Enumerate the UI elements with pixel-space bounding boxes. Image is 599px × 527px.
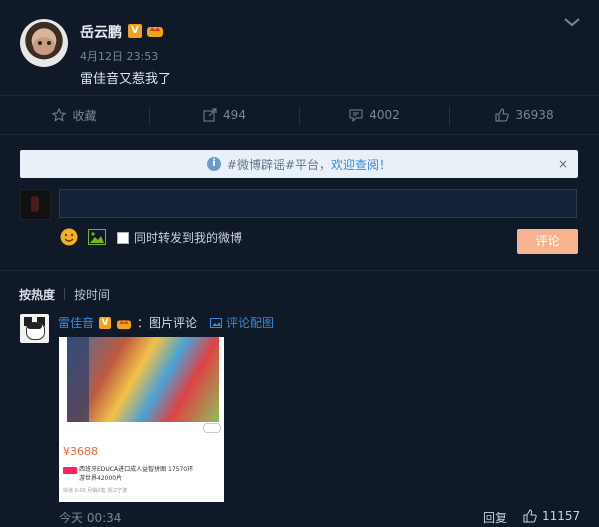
repost-checkbox[interactable]: [117, 231, 129, 244]
my-avatar[interactable]: [20, 189, 51, 220]
author-avatar[interactable]: [20, 19, 68, 67]
repost-button[interactable]: 494: [150, 96, 299, 134]
verified-badge-icon: V: [128, 24, 142, 38]
comment-image-link[interactable]: 评论配图: [210, 314, 274, 331]
like-button[interactable]: 36938: [450, 96, 599, 134]
image-icon[interactable]: [88, 229, 106, 245]
product-price: ¥3688: [63, 445, 98, 458]
vip-crown-icon: [117, 319, 132, 329]
repost-option[interactable]: 同时转发到我的微博: [117, 229, 242, 246]
post-text: 雷佳音又惹我了: [80, 72, 172, 87]
author-name[interactable]: 岳云鹏: [80, 22, 122, 42]
action-bar: 收藏 494 4002 36938: [0, 95, 599, 135]
repost-count: 494: [223, 108, 246, 122]
comment-time: 今天 00:34: [59, 511, 122, 525]
share-icon: [203, 108, 217, 122]
thumbs-up-icon: [495, 108, 510, 122]
comment-button[interactable]: 4002: [300, 96, 449, 134]
notice-text: #微博辟谣#平台，: [226, 157, 332, 172]
comment-icon: [349, 109, 363, 122]
comment-header: 雷佳音 V ：图片评论 评论配图: [58, 314, 274, 331]
comment-count: 4002: [369, 108, 400, 122]
commenter-name[interactable]: 雷佳音: [58, 314, 94, 331]
sort-hot-tab[interactable]: 按热度: [19, 286, 55, 303]
comment-image-link-label: 评论配图: [226, 316, 275, 330]
puzzle-box-image: [67, 337, 219, 422]
comment-text: ：图片评论: [137, 316, 198, 330]
divider: [0, 270, 599, 271]
rumor-notice: i #微博辟谣#平台， 欢迎查阅！ ×: [20, 150, 578, 178]
chevron-down-icon[interactable]: [563, 16, 581, 28]
comment-image[interactable]: ¥3688 西班牙EDUCA进口成人益智拼图 17570环游世界42000片 快…: [59, 337, 224, 502]
submit-comment-button[interactable]: 评论: [517, 229, 578, 254]
favorite-label: 收藏: [72, 108, 97, 123]
star-icon: [52, 108, 67, 122]
comment-like-count: 11157: [542, 509, 581, 523]
repost-option-label: 同时转发到我的微博: [134, 231, 243, 245]
favorite-button[interactable]: 收藏: [0, 96, 149, 134]
product-title: 西班牙EDUCA进口成人益智拼图 17570环游世界42000片: [79, 466, 194, 482]
close-icon[interactable]: ×: [558, 157, 568, 171]
reply-button[interactable]: 回复: [483, 509, 507, 526]
vip-crown-icon: [147, 27, 163, 37]
post-time[interactable]: 4月12日 23:53: [80, 48, 158, 64]
product-meta: 快递 0.00 月销0笔 浙江宁波: [63, 488, 128, 494]
like-count: 36938: [515, 108, 554, 122]
sort-time-tab[interactable]: 按时间: [74, 286, 110, 303]
notice-link[interactable]: 欢迎查阅！: [331, 156, 391, 173]
comment-like-button[interactable]: 11157: [523, 509, 580, 523]
thumbs-up-icon: [523, 509, 537, 523]
verified-badge-icon: V: [99, 316, 112, 329]
emoji-icon[interactable]: [60, 228, 78, 246]
picture-icon: [210, 317, 223, 328]
comment-input[interactable]: [59, 189, 577, 218]
sort-separator: [64, 288, 65, 300]
commenter-avatar[interactable]: [20, 314, 49, 343]
info-icon: i: [206, 157, 221, 171]
